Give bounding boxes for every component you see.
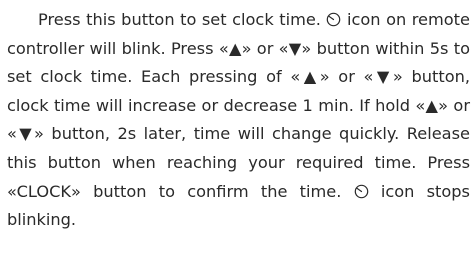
document-page: Press this button to set clock time. ico…	[0, 0, 476, 262]
text-segment-1: Press this button to set clock time.	[38, 10, 327, 29]
clock-icon	[326, 12, 341, 27]
clock-icon	[354, 184, 369, 199]
instruction-paragraph: Press this button to set clock time. ico…	[7, 6, 470, 235]
text-segment-2: icon on remote controller will blink. Pr…	[7, 10, 470, 201]
